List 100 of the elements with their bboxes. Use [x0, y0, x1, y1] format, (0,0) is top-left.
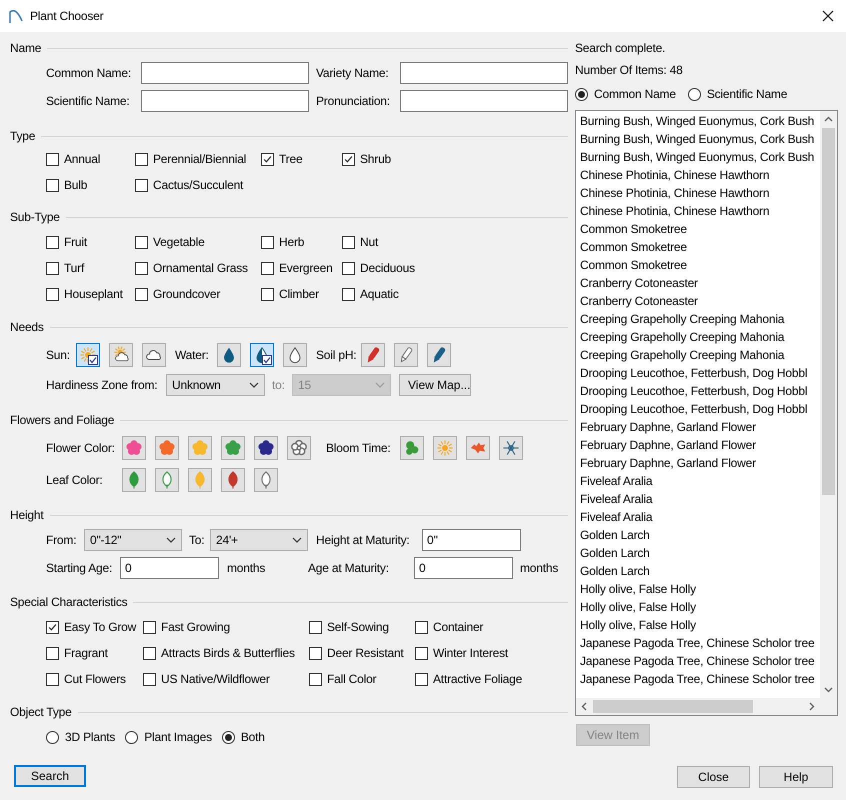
checkbox[interactable] [46, 262, 59, 274]
toggle-button[interactable] [283, 343, 307, 367]
checkbox[interactable] [46, 288, 59, 300]
toggle-button[interactable] [109, 343, 133, 367]
text-field[interactable] [141, 90, 309, 112]
text-field[interactable]: 0 [120, 557, 219, 579]
close-icon[interactable] [822, 10, 834, 22]
list-item[interactable]: Golden Larch [576, 544, 820, 562]
checkbox[interactable] [135, 262, 148, 274]
list-item[interactable]: Drooping Leucothoe, Fetterbush, Dog Hobbl [576, 364, 820, 382]
list-item[interactable]: February Daphne, Garland Flower [576, 454, 820, 472]
list-item[interactable]: Creeping Grapeholly Creeping Mahonia [576, 310, 820, 328]
field-label: to: [272, 378, 286, 392]
text-field[interactable] [400, 90, 568, 112]
list-item[interactable]: Holly olive, False Holly [576, 580, 820, 598]
close-button[interactable]: Close [677, 766, 750, 788]
list-item[interactable]: Cranberry Cotoneaster [576, 292, 820, 310]
list-item[interactable]: Holly olive, False Holly [576, 598, 820, 616]
checkbox[interactable] [143, 672, 156, 686]
radio-button[interactable] [46, 730, 59, 744]
view-map-button[interactable]: View Map... [399, 374, 471, 396]
list-item[interactable]: Japanese Pagoda Tree, Chinese Scholor tree [576, 634, 820, 652]
checkbox[interactable] [415, 620, 428, 634]
radio-button[interactable] [125, 730, 138, 744]
list-item[interactable]: February Daphne, Garland Flower [576, 418, 820, 436]
list-item[interactable]: Chinese Photinia, Chinese Hawthorn [576, 166, 820, 184]
dropdown[interactable]: 24'+ [210, 529, 308, 551]
dropdown[interactable]: Unknown [166, 374, 265, 396]
checkbox[interactable] [135, 288, 148, 300]
checkbox[interactable] [415, 646, 428, 660]
list-item[interactable]: Creeping Grapeholly Creeping Mahonia [576, 328, 820, 346]
checkbox[interactable] [135, 178, 148, 192]
checkbox[interactable] [261, 152, 274, 166]
list-item[interactable]: Common Smoketree [576, 256, 820, 274]
list-item[interactable]: Fiveleaf Aralia [576, 490, 820, 508]
dropdown[interactable]: 0"-12" [84, 529, 182, 551]
toggle-button[interactable] [466, 436, 490, 460]
toggle-button[interactable] [250, 343, 274, 367]
toggle-button[interactable] [76, 343, 100, 367]
checkbox[interactable] [46, 646, 59, 660]
list-item[interactable]: February Daphne, Garland Flower [576, 436, 820, 454]
vertical-scrollbar[interactable] [820, 111, 837, 698]
checkbox[interactable] [135, 236, 148, 248]
checkbox[interactable] [46, 178, 59, 192]
list-item[interactable]: Fiveleaf Aralia [576, 472, 820, 490]
radio-button[interactable] [688, 88, 701, 100]
checkbox[interactable] [342, 262, 355, 274]
radio-button[interactable] [222, 730, 235, 744]
checkbox[interactable] [342, 236, 355, 248]
list-item[interactable]: Drooping Leucothoe, Fetterbush, Dog Hobbl [576, 400, 820, 418]
checkbox[interactable] [309, 672, 322, 686]
checkbox[interactable] [261, 262, 274, 274]
toggle-button[interactable] [394, 343, 418, 367]
toggle-button[interactable] [361, 343, 385, 367]
text-field[interactable]: 0 [414, 557, 513, 579]
checkbox[interactable] [415, 672, 428, 686]
scroll-thumb[interactable] [822, 128, 835, 495]
toggle-button[interactable] [217, 343, 241, 367]
checkbox[interactable] [46, 620, 59, 634]
radio-button[interactable] [575, 88, 588, 100]
checkbox[interactable] [46, 236, 59, 248]
list-item[interactable]: Burning Bush, Winged Euonymus, Cork Bush [576, 130, 820, 148]
text-field[interactable] [400, 62, 568, 84]
checkbox[interactable] [342, 152, 355, 166]
checkbox[interactable] [135, 152, 148, 166]
list-item[interactable]: Cranberry Cotoneaster [576, 274, 820, 292]
checkbox[interactable] [261, 288, 274, 300]
list-item[interactable]: Holly olive, False Holly [576, 616, 820, 634]
search-button[interactable]: Search [14, 765, 86, 787]
checkbox[interactable] [342, 288, 355, 300]
list-item[interactable]: Chinese Photinia, Chinese Hawthorn [576, 202, 820, 220]
list-item[interactable]: Drooping Leucothoe, Fetterbush, Dog Hobbl [576, 382, 820, 400]
toggle-button[interactable] [427, 343, 451, 367]
list-item[interactable]: Creeping Grapeholly Creeping Mahonia [576, 346, 820, 364]
horizontal-scrollbar[interactable] [576, 698, 820, 715]
toggle-button[interactable] [499, 436, 523, 460]
toggle-button[interactable] [400, 436, 424, 460]
toggle-button[interactable] [142, 343, 166, 367]
checkbox[interactable] [143, 646, 156, 660]
list-item[interactable]: Fiveleaf Aralia [576, 508, 820, 526]
checkbox[interactable] [261, 236, 274, 248]
help-button[interactable]: Help [759, 766, 833, 788]
checkbox[interactable] [46, 672, 59, 686]
list-item[interactable]: Burning Bush, Winged Euonymus, Cork Bush [576, 112, 820, 130]
list-item[interactable]: Common Smoketree [576, 238, 820, 256]
scroll-thumb[interactable] [593, 700, 753, 713]
checkbox[interactable] [143, 620, 156, 634]
text-field[interactable]: 0" [422, 529, 521, 551]
text-field[interactable] [141, 62, 309, 84]
list-item[interactable]: Chinese Photinia, Chinese Hawthorn [576, 184, 820, 202]
list-item[interactable]: Golden Larch [576, 562, 820, 580]
list-item[interactable]: Japanese Pagoda Tree, Chinese Scholor tree [576, 652, 820, 670]
checkbox[interactable] [309, 620, 322, 634]
checkbox[interactable] [309, 646, 322, 660]
list-item[interactable]: Golden Larch [576, 526, 820, 544]
checkbox[interactable] [46, 152, 59, 166]
toggle-button[interactable] [433, 436, 457, 460]
list-item[interactable]: Common Smoketree [576, 220, 820, 238]
list-item[interactable]: Japanese Pagoda Tree, Chinese Scholor tree [576, 670, 820, 688]
list-item[interactable]: Burning Bush, Winged Euonymus, Cork Bush [576, 148, 820, 166]
